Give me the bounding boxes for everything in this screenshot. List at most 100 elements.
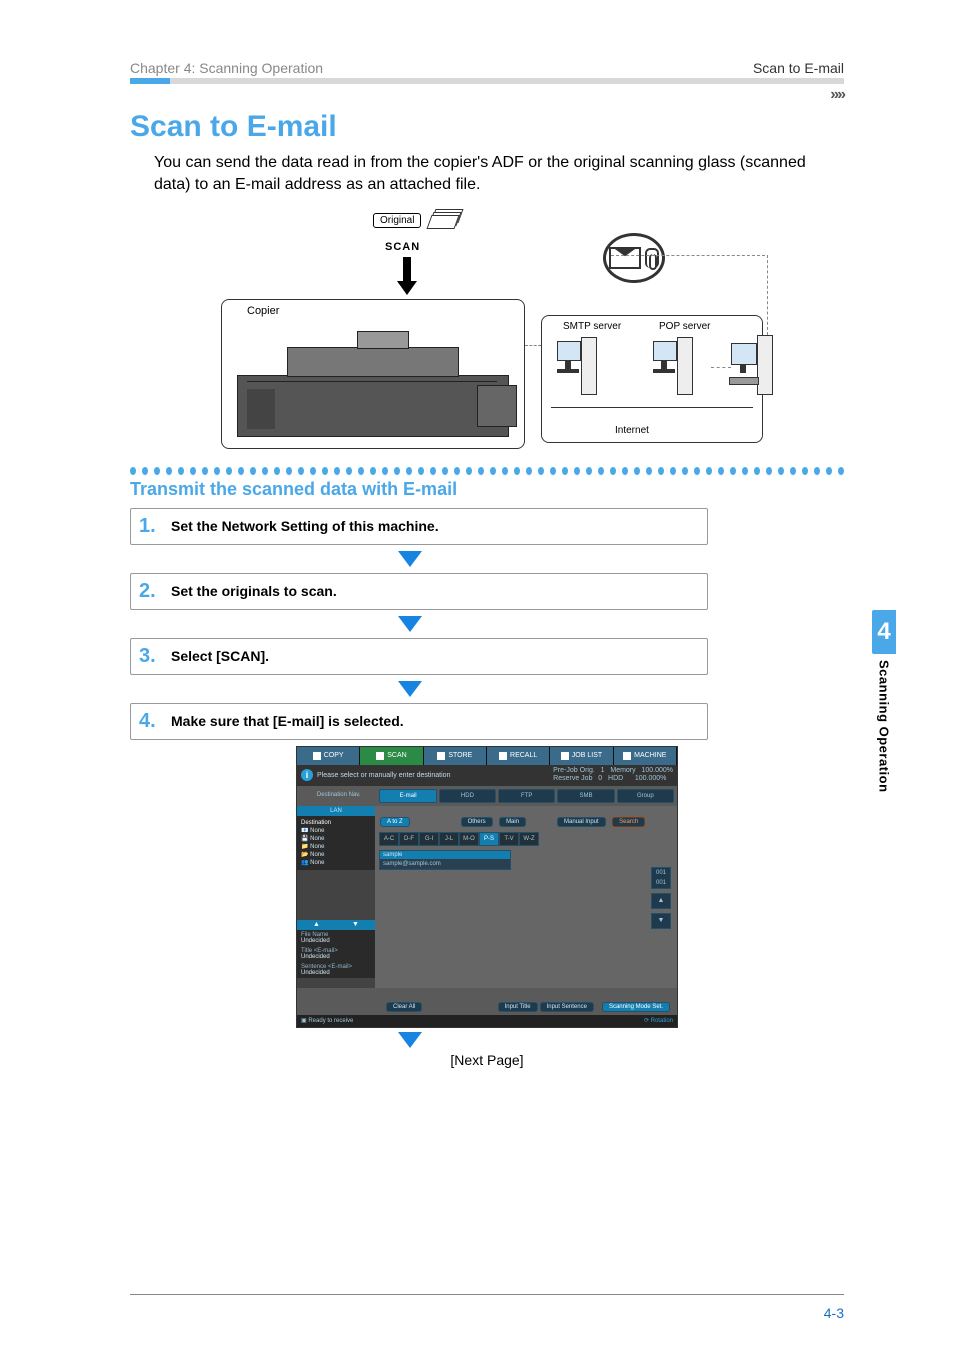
step-2: 2. Set the originals to scan. xyxy=(130,573,708,610)
tab-group[interactable]: Group xyxy=(617,789,674,803)
internet-label: Internet xyxy=(615,425,649,436)
network-line xyxy=(551,407,753,408)
down-triangle-icon xyxy=(398,551,422,567)
status-ready: ▣ Ready to receive xyxy=(301,1017,353,1024)
header-right: Scan to E-mail xyxy=(753,60,844,76)
chapter-side-tab: 4 Scanning Operation xyxy=(872,610,896,793)
header-underline xyxy=(130,78,844,84)
list-icon xyxy=(561,752,569,760)
dest-item: 📂 None xyxy=(301,851,371,858)
destination-panel: Destination 📧 None 💾 None 📁 None 📂 None … xyxy=(297,816,375,870)
destination-title: Destination xyxy=(301,820,371,826)
step-text: Make sure that [E-mail] is selected. xyxy=(171,713,404,729)
down-triangle-icon xyxy=(398,1032,422,1048)
dashed-line xyxy=(767,255,768,335)
document-stack-icon xyxy=(429,209,459,227)
smtp-server-icon xyxy=(557,337,597,397)
email-attachment-icon xyxy=(603,233,665,283)
meta-sentence: Sentence <E-mail> Undecided xyxy=(297,962,375,978)
others-button[interactable]: Others xyxy=(461,817,493,827)
step-1: 1. Set the Network Setting of this machi… xyxy=(130,508,708,545)
scroll-up-button[interactable]: ▲ xyxy=(651,893,671,909)
dest-item: 📧 None xyxy=(301,827,371,834)
tab-copy[interactable]: COPY xyxy=(297,747,360,765)
intro-text: You can send the data read in from the c… xyxy=(154,152,844,197)
input-title-button[interactable]: Input Title xyxy=(498,1002,538,1012)
arrow-up-button[interactable]: ▲ xyxy=(297,920,336,930)
step-num: 1. xyxy=(139,515,161,538)
address-result[interactable]: sample sample@sample.com xyxy=(379,850,511,870)
original-label: Original xyxy=(373,213,421,228)
info-bar: i Please select or manually enter destin… xyxy=(297,765,677,786)
step-num: 4. xyxy=(139,710,161,733)
tab-email[interactable]: E-mail xyxy=(379,789,436,803)
scroll-down-button[interactable]: ▼ xyxy=(651,913,671,929)
info-icon: i xyxy=(301,769,313,781)
alpha-mo[interactable]: M-O xyxy=(459,832,479,846)
chevrons-icon: »» xyxy=(130,86,844,104)
scan-panel-screenshot: COPY SCAN STORE RECALL JOB LIST MACHINE … xyxy=(296,746,678,1028)
scan-icon xyxy=(376,752,384,760)
meta-file-name: File Name Undecided xyxy=(297,930,375,946)
client-pc-icon xyxy=(731,335,773,405)
tab-smb[interactable]: SMB xyxy=(557,789,614,803)
alpha-wz[interactable]: W-Z xyxy=(519,832,539,846)
arrow-down-button[interactable]: ▼ xyxy=(336,920,375,930)
dest-tabs: Destination Nav. E-mail HDD FTP SMB Grou… xyxy=(297,786,677,806)
alpha-ps[interactable]: P-S xyxy=(479,832,499,846)
down-triangle-icon xyxy=(398,616,422,632)
filter-atoz-button[interactable]: A to Z xyxy=(380,817,410,827)
section-subtitle: Transmit the scanned data with E-mail xyxy=(130,479,844,500)
step-num: 3. xyxy=(139,645,161,668)
page-title: Scan to E-mail xyxy=(130,110,844,144)
next-page-label: [Next Page] xyxy=(130,1052,844,1068)
step-3: 3. Select [SCAN]. xyxy=(130,638,708,675)
step-text: Set the Network Setting of this machine. xyxy=(171,518,439,534)
header-left: Chapter 4: Scanning Operation xyxy=(130,60,323,76)
status-rotation: ⟳ Rotation xyxy=(644,1017,673,1024)
tab-joblist[interactable]: JOB LIST xyxy=(550,747,613,765)
page-footer: 4-3 xyxy=(130,1294,844,1321)
clear-all-button[interactable]: Clear All xyxy=(386,1002,422,1012)
right-column: A to Z Others Main Manual Input Search A… xyxy=(375,806,677,988)
pop-server-icon xyxy=(653,337,693,397)
copier-icon xyxy=(237,325,507,437)
chapter-number: 4 xyxy=(872,610,896,654)
step-text: Select [SCAN]. xyxy=(171,648,269,664)
search-button[interactable]: Search xyxy=(612,817,645,827)
alpha-jl[interactable]: J-L xyxy=(439,832,459,846)
tab-store[interactable]: STORE xyxy=(424,747,487,765)
recall-icon xyxy=(499,752,507,760)
tab-machine[interactable]: MACHINE xyxy=(614,747,677,765)
scanning-mode-button[interactable]: Scanning Mode Set. xyxy=(602,1002,670,1012)
dest-item: 👥 None xyxy=(301,859,371,866)
step-text: Set the originals to scan. xyxy=(171,583,337,599)
alpha-df[interactable]: D-F xyxy=(399,832,419,846)
lan-header: LAN xyxy=(297,806,375,816)
step-num: 2. xyxy=(139,580,161,603)
tab-hdd[interactable]: HDD xyxy=(439,789,496,803)
chapter-name: Scanning Operation xyxy=(877,660,892,793)
side-buttons: 001 001 ▲ ▼ xyxy=(651,867,671,929)
top-tabs: COPY SCAN STORE RECALL JOB LIST MACHINE xyxy=(297,747,677,765)
scan-label: SCAN xyxy=(385,241,420,253)
tab-ftp[interactable]: FTP xyxy=(498,789,555,803)
manual-input-button[interactable]: Manual Input xyxy=(557,817,606,827)
input-sentence-button[interactable]: Input Sentence xyxy=(540,1002,594,1012)
machine-icon xyxy=(623,752,631,760)
dashed-line xyxy=(525,345,541,346)
alpha-ac[interactable]: A-C xyxy=(379,832,399,846)
info-text: Please select or manually enter destinat… xyxy=(317,772,450,779)
tab-scan[interactable]: SCAN xyxy=(360,747,423,765)
dest-nav-label: Destination Nav. xyxy=(300,789,377,801)
alpha-tv[interactable]: T-V xyxy=(499,832,519,846)
dots-divider xyxy=(130,467,844,475)
overview-diagram: Original SCAN Copier SMTP server POP ser… xyxy=(207,207,767,457)
left-column: LAN Destination 📧 None 💾 None 📁 None 📂 N… xyxy=(297,806,375,988)
page-indicator: 001 001 xyxy=(651,867,671,889)
alpha-gi[interactable]: G-I xyxy=(419,832,439,846)
meta-title: Title <E-mail> Undecided xyxy=(297,946,375,962)
main-button[interactable]: Main xyxy=(499,817,526,827)
tab-recall[interactable]: RECALL xyxy=(487,747,550,765)
alpha-filter: A-C D-F G-I J-L M-O P-S T-V W-Z xyxy=(379,832,673,846)
